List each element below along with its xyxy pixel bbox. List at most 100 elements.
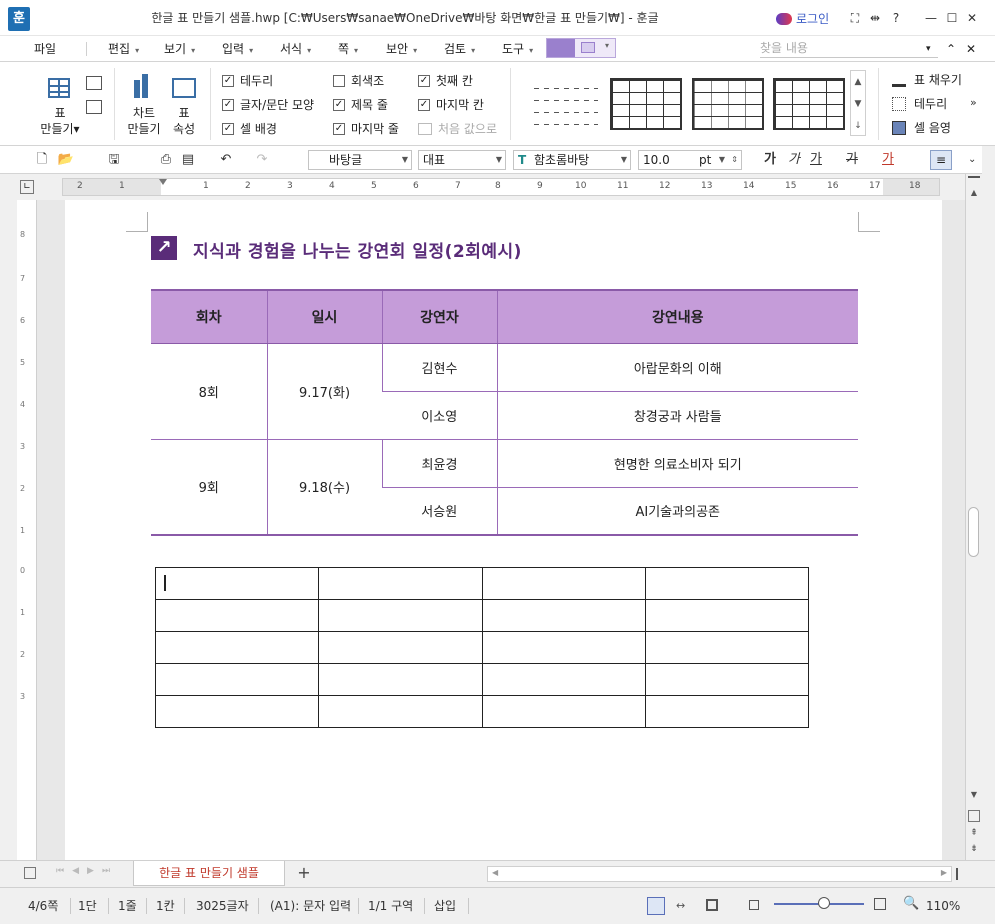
check-grayscale[interactable]: 회색조 <box>333 72 384 90</box>
topic-cell[interactable]: 아랍문화의 이해 <box>496 343 858 392</box>
collapse-ribbon-icon[interactable]: ⌃ <box>946 41 956 57</box>
print-icon[interactable]: ⎙ <box>158 151 174 169</box>
table-cell[interactable] <box>644 631 810 664</box>
document-tab[interactable]: 한글 표 만들기 샘플 <box>133 861 285 886</box>
search-dropdown-icon[interactable]: ▾ <box>926 41 931 57</box>
bold-button[interactable]: 가 <box>764 151 776 169</box>
status-chars[interactable]: 3025글자 <box>196 898 249 914</box>
check-char-para[interactable]: ✓ 글자/문단 모양 <box>222 96 314 114</box>
horizontal-ruler[interactable]: 2 1 1 2 3 4 5 6 7 8 9 10 11 12 13 14 15 … <box>62 178 940 196</box>
ruler-corner-icon[interactable]: ∟ <box>20 180 34 194</box>
chart-create-button[interactable]: 차트 만들기 <box>124 70 164 138</box>
date-cell[interactable]: 9.17(화) <box>266 343 382 440</box>
border-button[interactable]: 테두리 <box>892 95 947 113</box>
speaker-cell[interactable]: 이소영 <box>382 391 497 440</box>
table-props-button[interactable]: 표 속성 <box>166 70 202 138</box>
round-cell[interactable]: 8회 <box>151 343 267 440</box>
table-cell[interactable] <box>318 567 483 600</box>
round-cell[interactable]: 9회 <box>151 439 267 536</box>
gallery-more-icon[interactable]: ↓ <box>851 115 865 137</box>
split-handle-icon[interactable] <box>956 868 964 880</box>
table-design-icon[interactable] <box>547 39 575 57</box>
check-cell-bg[interactable]: ✓ 셀 배경 <box>222 120 277 138</box>
table-cell[interactable] <box>481 631 646 664</box>
table-style-3[interactable] <box>692 78 764 130</box>
scroll-top-icon[interactable] <box>968 176 980 184</box>
italic-button[interactable]: 가 <box>788 151 800 169</box>
preview-icon[interactable]: ▤ <box>180 151 196 169</box>
next-page-icon[interactable]: ⇟ <box>968 844 980 854</box>
undo-icon[interactable]: ↶ <box>218 151 234 169</box>
table-cell[interactable] <box>481 599 646 632</box>
prev-page-icon[interactable]: ⇞ <box>968 828 980 838</box>
header-cell[interactable]: 일시 <box>266 289 382 344</box>
table-style-4[interactable] <box>773 78 845 130</box>
table-fill-button[interactable]: 표 채우기 <box>892 71 962 89</box>
underline-button[interactable]: 가 <box>810 151 822 169</box>
page-view-icon[interactable] <box>968 810 980 822</box>
table-cell[interactable] <box>318 663 483 696</box>
table-create-button[interactable]: 표 만들기▾ <box>38 70 82 138</box>
date-cell[interactable]: 9.18(수) <box>266 439 382 536</box>
style-gallery-scroll[interactable]: ▲ ▼ ↓ <box>850 70 866 136</box>
toolbar-expand-icon[interactable]: ⌄ <box>968 151 976 169</box>
table-cell[interactable] <box>644 695 810 728</box>
scroll-left-icon[interactable]: ◀ <box>492 868 498 877</box>
header-cell[interactable]: 회차 <box>151 289 267 344</box>
speaker-cell[interactable]: 최윤경 <box>381 439 497 488</box>
menu-view[interactable]: 보기 ▾ <box>164 41 195 57</box>
vertical-ruler[interactable]: 8 7 6 5 4 3 2 1 0 1 2 3 <box>17 200 37 860</box>
zoom-slider-knob[interactable] <box>817 897 830 909</box>
table-context-tab[interactable]: ▾ <box>546 38 616 58</box>
status-page[interactable]: 4/6쪽 <box>28 898 58 914</box>
login-button[interactable]: 로그인 <box>776 10 829 28</box>
menu-page[interactable]: 쪽 ▾ <box>338 41 358 57</box>
blank-table[interactable] <box>154 567 810 728</box>
table-cell[interactable] <box>154 695 320 728</box>
zoom-in-icon[interactable] <box>874 898 886 910</box>
table-cell[interactable] <box>318 695 483 728</box>
minimize-button[interactable]: — <box>922 8 940 28</box>
table-cell[interactable] <box>154 567 320 600</box>
redo-icon[interactable]: ↷ <box>254 151 270 169</box>
scroll-down-icon[interactable]: ▼ <box>851 93 865 115</box>
open-folder-icon[interactable]: 📂 <box>56 151 76 169</box>
reset-defaults-button[interactable]: 처음 값으로 <box>418 120 497 138</box>
table-cell[interactable] <box>154 631 320 664</box>
view-page-icon[interactable] <box>647 897 665 915</box>
font-size-input[interactable]: 10.0 pt ▼ ⇕ <box>638 150 742 170</box>
check-border[interactable]: ✓ 테두리 <box>222 72 273 90</box>
style-select[interactable]: 바탕글 ▼ <box>308 150 412 170</box>
align-justify-icon[interactable]: ≡ <box>930 150 952 170</box>
indent-marker-icon[interactable] <box>159 179 167 195</box>
zoom-level[interactable]: 110% <box>926 898 960 914</box>
cell-shade-button[interactable]: 셀 음영 <box>892 119 951 137</box>
tab-list-icon[interactable] <box>24 867 36 879</box>
tab-nav-icon[interactable]: ⏮◀▶⏭ <box>56 866 118 876</box>
menu-edit[interactable]: 편집 ▾ <box>108 41 139 57</box>
strikethrough-button[interactable]: 가 <box>846 151 858 169</box>
search-input[interactable]: 찾을 내용 <box>760 40 938 58</box>
table-cell[interactable] <box>481 567 646 600</box>
add-tab-button[interactable]: + <box>292 862 316 884</box>
table-cell[interactable] <box>481 663 646 696</box>
speaker-cell[interactable]: 김현수 <box>381 343 497 392</box>
stepper-icon[interactable]: ⇕ <box>731 151 738 169</box>
scroll-up-icon[interactable]: ▲ <box>851 71 865 93</box>
table-cell[interactable] <box>644 567 810 600</box>
table-edit-icon[interactable] <box>86 76 102 90</box>
table-layout-icon[interactable] <box>581 42 595 53</box>
save-icon[interactable]: 🖫 <box>106 151 122 169</box>
table-cell[interactable] <box>644 663 810 696</box>
table-style-2[interactable] <box>610 78 682 130</box>
document-heading[interactable]: 지식과 경험을 나누는 강연회 일정(2회예시) <box>193 240 522 264</box>
view-width-icon[interactable]: ↔ <box>676 899 685 912</box>
header-cell[interactable]: 강연자 <box>381 289 497 344</box>
view-full-icon[interactable] <box>706 899 718 911</box>
ribbon-expand-icon[interactable]: » <box>970 96 977 109</box>
schedule-table[interactable]: 회차 일시 강연자 강연내용 8회 9.17(화) 김현수 아랍문화의 이해 이… <box>151 289 858 536</box>
menu-insert[interactable]: 입력 ▾ <box>222 41 253 57</box>
check-last-row[interactable]: ✓ 마지막 줄 <box>333 120 399 138</box>
scrollbar-thumb[interactable] <box>968 507 979 557</box>
table-grid-icon[interactable] <box>86 100 102 114</box>
